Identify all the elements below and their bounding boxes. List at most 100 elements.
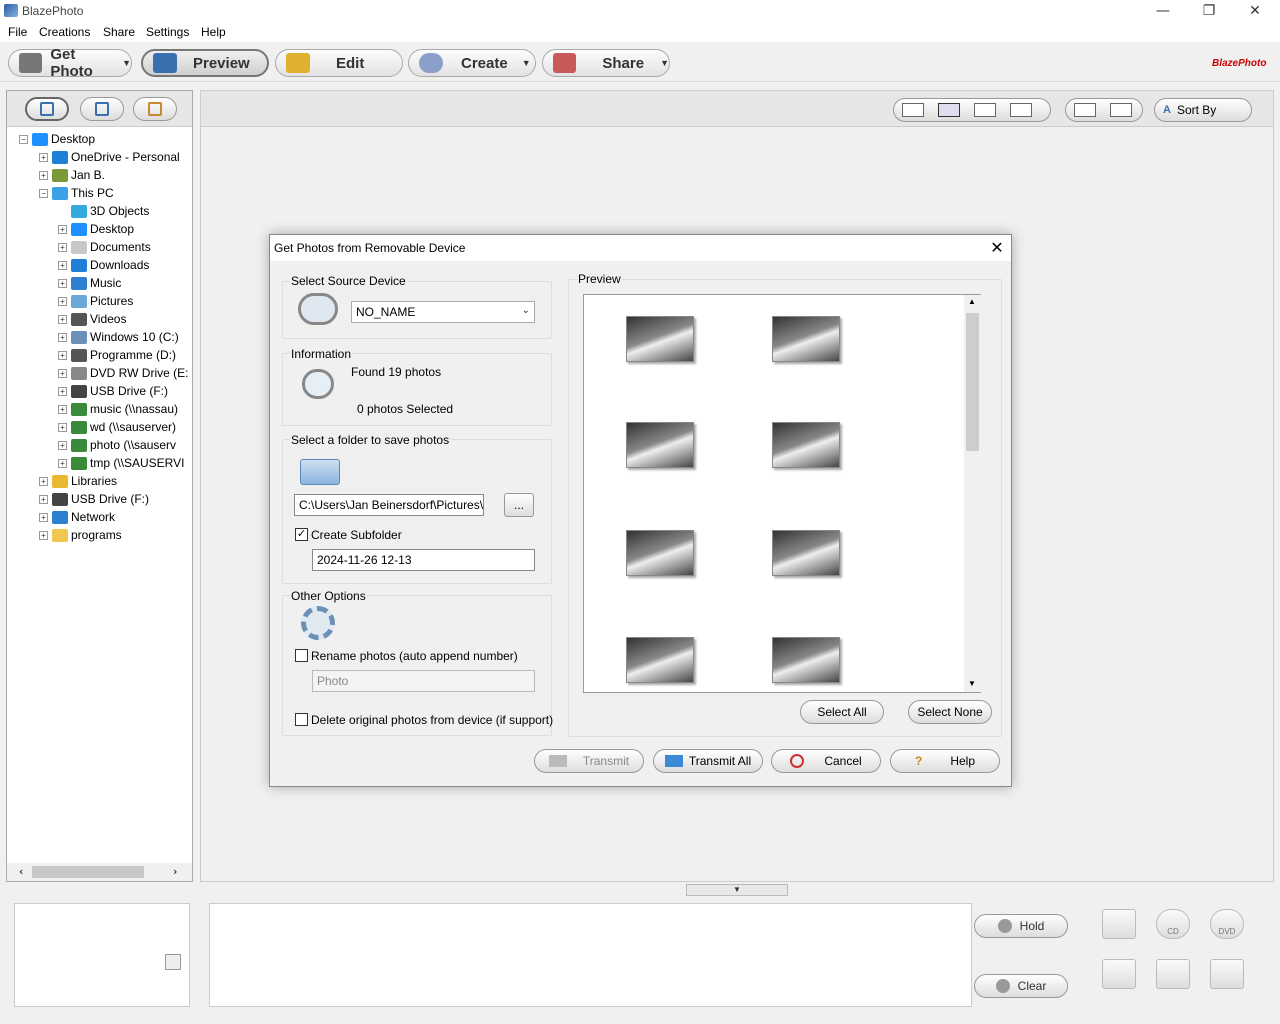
dialog-close-button[interactable]: ✕ — [986, 237, 1008, 259]
tree-item[interactable]: + photo (\\sauserv — [19, 436, 191, 454]
tab-folders[interactable] — [25, 97, 69, 121]
share-button[interactable]: Share ▼ — [542, 49, 670, 77]
preview-button[interactable]: Preview — [141, 49, 269, 77]
expand-icon[interactable]: + — [58, 242, 67, 252]
tree-item[interactable]: + wd (\\sauserver) — [19, 418, 191, 436]
photo-thumbnail[interactable] — [626, 530, 694, 576]
expand-icon[interactable]: + — [58, 332, 67, 342]
tree-item[interactable]: + OneDrive - Personal — [19, 148, 191, 166]
rename-photos-checkbox[interactable] — [295, 649, 308, 662]
transmit-button[interactable]: Transmit — [534, 749, 644, 773]
photo-thumbnail[interactable] — [626, 316, 694, 362]
tree-item[interactable]: − Desktop — [19, 130, 191, 148]
tree-item[interactable]: − This PC — [19, 184, 191, 202]
expand-icon[interactable]: + — [58, 260, 67, 270]
delete-originals-checkbox[interactable] — [295, 713, 308, 726]
tree-item[interactable]: + Programme (D:) — [19, 346, 191, 364]
panel-icon[interactable] — [1074, 103, 1096, 117]
tab-albums[interactable] — [133, 97, 177, 121]
get-photo-button[interactable]: Get Photo ▼ — [8, 46, 132, 80]
clear-button[interactable]: Clear — [974, 974, 1068, 998]
expand-icon[interactable]: + — [58, 440, 67, 450]
scroll-left-icon[interactable]: ‹ — [19, 865, 23, 878]
expand-icon[interactable]: + — [58, 224, 67, 234]
select-none-button[interactable]: Select None — [908, 700, 992, 724]
tree-item[interactable]: + Videos — [19, 310, 191, 328]
tree-item[interactable]: + Downloads — [19, 256, 191, 274]
create-subfolder-checkbox[interactable]: ✓ — [295, 528, 308, 541]
photo-thumbnail[interactable] — [772, 637, 840, 683]
expand-icon[interactable]: + — [39, 494, 48, 504]
email-icon[interactable] — [1156, 959, 1190, 989]
minimize-button[interactable]: — — [1140, 0, 1186, 22]
photo-thumbnail[interactable] — [626, 422, 694, 468]
expand-icon[interactable]: + — [39, 530, 48, 540]
browse-button[interactable]: ... — [504, 493, 534, 517]
expand-icon[interactable]: + — [58, 404, 67, 414]
expand-icon[interactable]: + — [58, 422, 67, 432]
single-view-icon[interactable] — [902, 103, 924, 117]
scrollbar-thumb[interactable] — [32, 866, 144, 878]
burn-dvd-icon[interactable]: DVD — [1210, 909, 1244, 939]
burn-cd-icon[interactable]: CD — [1156, 909, 1190, 939]
expand-icon[interactable]: + — [58, 368, 67, 378]
photo-thumbnail[interactable] — [772, 530, 840, 576]
splitter-handle[interactable]: ▼ — [686, 884, 788, 896]
grid-small-icon[interactable] — [974, 103, 996, 117]
tree-item[interactable]: + music (\\nassau) — [19, 400, 191, 418]
photo-thumbnail[interactable] — [772, 422, 840, 468]
menu-share[interactable]: Share — [103, 25, 135, 39]
help-button[interactable]: ? Help — [890, 749, 1000, 773]
transmit-all-button[interactable]: Transmit All — [653, 749, 763, 773]
scroll-right-icon[interactable]: › — [173, 865, 177, 878]
select-all-button[interactable]: Select All — [800, 700, 884, 724]
tree-item[interactable]: + tmp (\\SAUSERVI — [19, 454, 191, 472]
hold-button[interactable]: Hold — [974, 914, 1068, 938]
cancel-button[interactable]: Cancel — [771, 749, 881, 773]
export-icon[interactable] — [1210, 959, 1244, 989]
tree-item[interactable]: + DVD RW Drive (E: — [19, 364, 191, 382]
tab-calendar[interactable] — [80, 97, 124, 121]
expand-icon[interactable]: + — [58, 350, 67, 360]
tree-item[interactable]: + Network — [19, 508, 191, 526]
expand-icon[interactable]: + — [58, 386, 67, 396]
tree-item[interactable]: + Pictures — [19, 292, 191, 310]
maximize-button[interactable]: ❐ — [1186, 0, 1232, 22]
edit-html-icon[interactable] — [1102, 959, 1136, 989]
expand-icon[interactable]: + — [58, 278, 67, 288]
close-button[interactable]: ✕ — [1232, 0, 1278, 22]
source-device-select[interactable]: NO_NAME ⌄ — [351, 301, 535, 323]
menu-settings[interactable]: Settings — [146, 25, 189, 39]
preview-vertical-scrollbar[interactable]: ▲ ▼ — [964, 295, 981, 692]
subfolder-name-input[interactable]: 2024-11-26 12-13 — [312, 549, 535, 571]
expand-icon[interactable]: + — [58, 458, 67, 468]
menu-file[interactable]: File — [8, 25, 27, 39]
collapse-icon[interactable]: − — [39, 188, 48, 198]
tree-item[interactable]: + programs — [19, 526, 191, 544]
edit-button[interactable]: Edit — [275, 49, 403, 77]
scroll-up-icon[interactable]: ▲ — [968, 297, 976, 306]
tree-item[interactable]: + USB Drive (F:) — [19, 490, 191, 508]
print-icon[interactable] — [1102, 909, 1136, 939]
scrollbar-thumb[interactable] — [966, 313, 979, 451]
tree-item[interactable]: + Documents — [19, 238, 191, 256]
menu-creations[interactable]: Creations — [39, 25, 90, 39]
tree-item[interactable]: 3D Objects — [19, 202, 191, 220]
expand-icon[interactable]: + — [39, 170, 48, 180]
horizontal-scrollbar[interactable]: ‹ › — [7, 863, 192, 881]
collapse-icon[interactable]: − — [19, 134, 28, 144]
create-button[interactable]: Create ▼ — [408, 49, 536, 77]
sort-by-button[interactable]: A Sort By — [1154, 98, 1252, 122]
save-path-input[interactable]: C:\Users\Jan Beinersdorf\Pictures\ — [294, 494, 484, 516]
filmstrip-icon[interactable] — [1110, 103, 1132, 117]
list-view-icon[interactable] — [1010, 103, 1032, 117]
menu-help[interactable]: Help — [201, 25, 226, 39]
expand-icon[interactable]: + — [58, 296, 67, 306]
expand-icon[interactable]: + — [58, 314, 67, 324]
tree-item[interactable]: + Music — [19, 274, 191, 292]
tree-item[interactable]: + Jan B. — [19, 166, 191, 184]
tree-item[interactable]: + USB Drive (F:) — [19, 382, 191, 400]
scroll-down-icon[interactable]: ▼ — [968, 679, 976, 688]
expand-icon[interactable]: + — [39, 512, 48, 522]
expand-icon[interactable]: + — [39, 152, 48, 162]
